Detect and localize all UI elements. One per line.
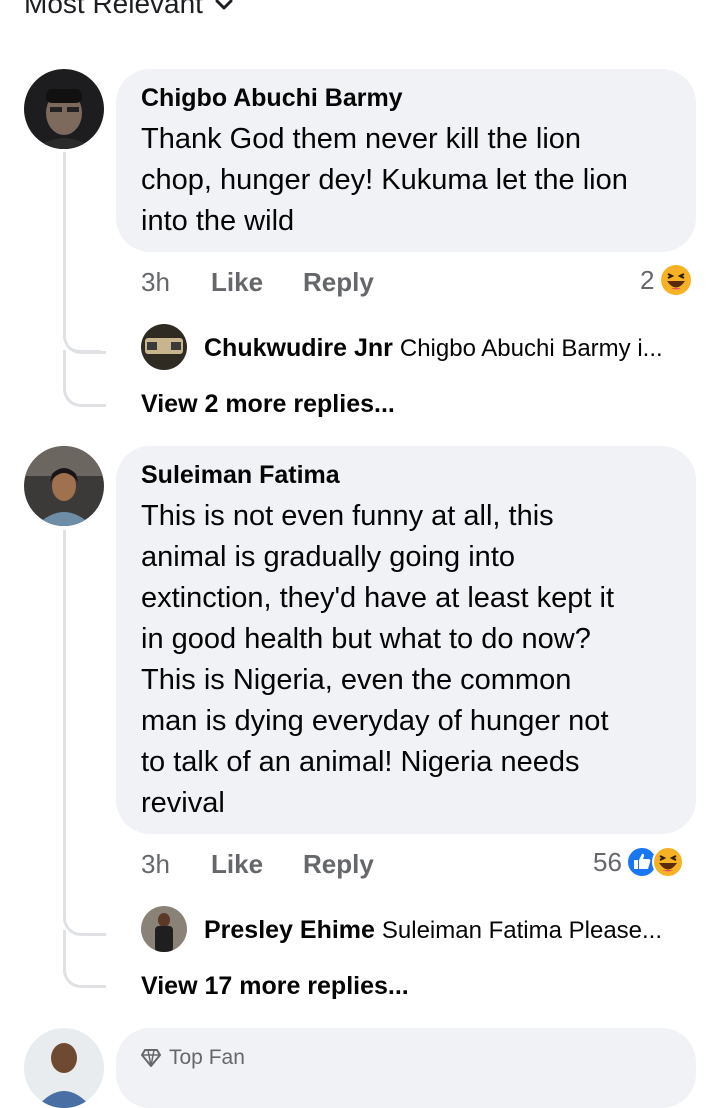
like-button[interactable]: Like bbox=[211, 267, 263, 298]
comment-line: This is not even funny at all, this bbox=[141, 500, 554, 532]
reaction-summary[interactable]: 2 bbox=[640, 264, 692, 296]
avatar[interactable] bbox=[24, 69, 104, 149]
reaction-count: 2 bbox=[640, 264, 655, 295]
reply-text: Chigbo Abuchi Barmy i... bbox=[399, 335, 663, 362]
view-more-replies-link[interactable]: View 2 more replies... bbox=[141, 390, 395, 419]
avatar[interactable] bbox=[24, 446, 104, 526]
reaction-summary[interactable]: 56 bbox=[593, 846, 684, 878]
reply-text: Suleiman Fatima Please... bbox=[381, 917, 663, 944]
view-more-replies-link[interactable]: View 17 more replies... bbox=[141, 972, 409, 1001]
comment-bubble[interactable]: Top Fan bbox=[116, 1028, 696, 1108]
chevron-down-icon bbox=[215, 0, 233, 10]
comment-line: chop, hunger dey! Kukuma let the lion bbox=[141, 164, 628, 196]
comment-line: animal is gradually going into bbox=[141, 541, 515, 573]
comment-line: man is dying everyday of hunger not bbox=[141, 705, 609, 737]
badge-label: Top Fan bbox=[169, 1046, 245, 1069]
comment-line: to talk of an animal! Nigeria needs bbox=[141, 746, 580, 778]
comment-line: into the wild bbox=[141, 205, 295, 237]
comment-author[interactable]: Suleiman Fatima bbox=[141, 461, 340, 490]
comment-line: extinction, they'd have at least kept it bbox=[141, 582, 615, 614]
haha-emoji-icon bbox=[661, 265, 692, 295]
like-button[interactable]: Like bbox=[211, 849, 263, 880]
reply-button[interactable]: Reply bbox=[303, 267, 374, 298]
comment-author[interactable]: Chigbo Abuchi Barmy bbox=[141, 84, 403, 113]
comment-time: 3h bbox=[141, 849, 170, 879]
reply-avatar[interactable] bbox=[141, 906, 187, 952]
reaction-count: 56 bbox=[593, 846, 622, 877]
thread-line bbox=[63, 152, 66, 326]
avatar[interactable] bbox=[24, 1028, 104, 1108]
sort-label: Most Relevant bbox=[24, 0, 203, 19]
top-fan-badge: Top Fan bbox=[141, 1046, 245, 1070]
comment-text: This is not even funny at all, this anim… bbox=[141, 496, 614, 824]
diamond-icon bbox=[141, 1049, 161, 1067]
comment-text: Thank God them never kill the lion chop,… bbox=[141, 119, 628, 242]
comment-line: revival bbox=[141, 787, 225, 819]
sort-dropdown[interactable]: Most Relevant bbox=[24, 0, 235, 20]
reply-author[interactable]: Presley Ehime bbox=[204, 916, 375, 944]
comment-time: 3h bbox=[141, 267, 170, 297]
haha-emoji-icon bbox=[651, 846, 684, 878]
reply-preview[interactable]: Presley Ehime Suleiman Fatima Please... bbox=[204, 916, 690, 945]
thread-line bbox=[63, 530, 66, 908]
comment-line: in good health but what to do now? bbox=[141, 623, 591, 655]
comment-line: Thank God them never kill the lion bbox=[141, 123, 582, 155]
thread-elbow bbox=[63, 930, 106, 988]
comment-bubble[interactable]: Suleiman Fatima This is not even funny a… bbox=[116, 446, 696, 834]
reply-preview[interactable]: Chukwudire Jnr Chigbo Abuchi Barmy i... bbox=[204, 334, 690, 363]
reply-avatar[interactable] bbox=[141, 324, 187, 370]
reply-author[interactable]: Chukwudire Jnr bbox=[204, 334, 393, 362]
thread-elbow bbox=[63, 350, 106, 407]
reply-button[interactable]: Reply bbox=[303, 849, 374, 880]
comment-bubble[interactable]: Chigbo Abuchi Barmy Thank God them never… bbox=[116, 69, 696, 252]
comment-line: This is Nigeria, even the common bbox=[141, 664, 572, 696]
